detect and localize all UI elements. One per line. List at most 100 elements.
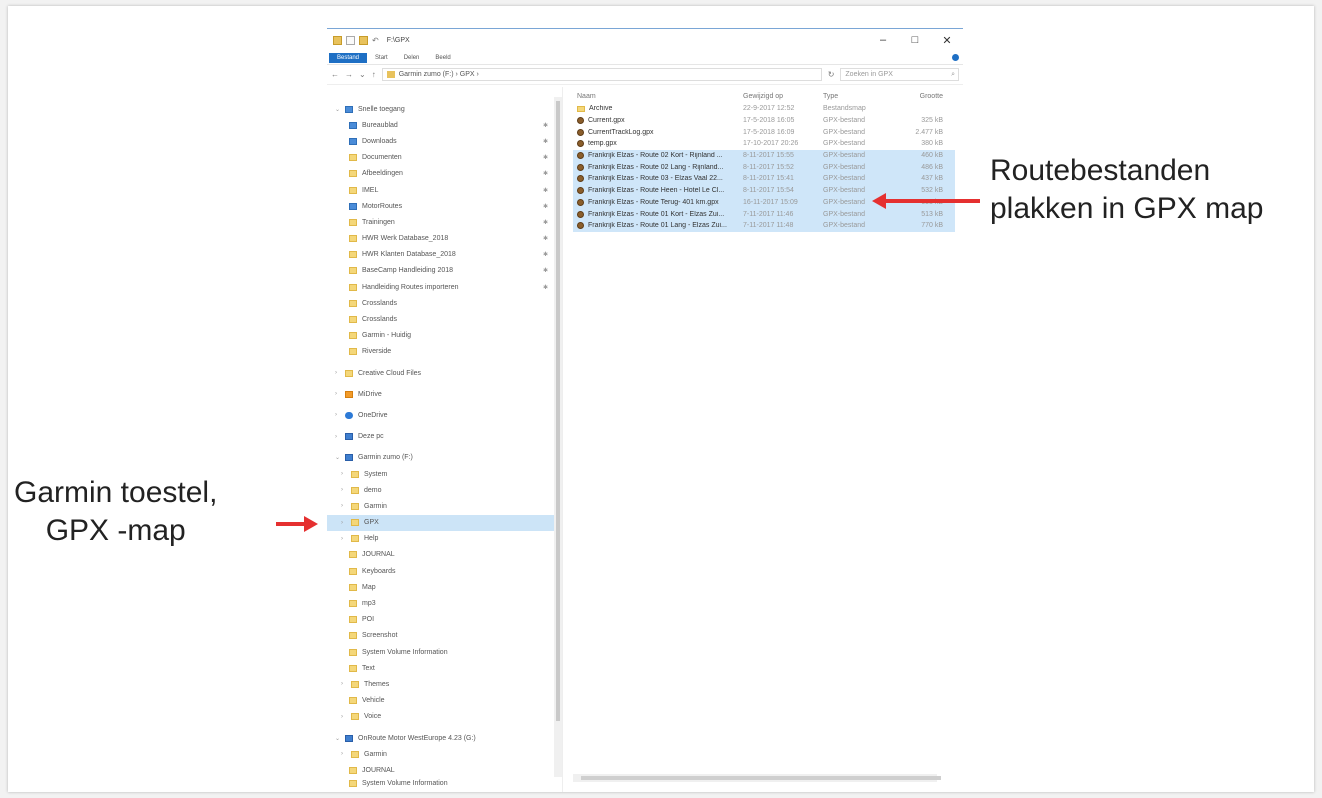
nav-item-help[interactable]: › Help (327, 531, 562, 547)
nav-item-hwr-klanten[interactable]: HWR Klanten Database_2018 ✱ (327, 247, 562, 263)
chevron-down-icon[interactable]: ⌄ (335, 454, 345, 461)
properties-icon[interactable] (346, 35, 355, 45)
nav-item-documenten[interactable]: Documenten ✱ (327, 150, 562, 166)
file-name: Frankrijk Elzas - Route 01 Lang - Elzas … (588, 222, 727, 230)
close-button[interactable]: ✕ (931, 34, 963, 47)
maximize-button[interactable]: □ (899, 34, 931, 47)
chevron-right-icon[interactable]: › (335, 391, 345, 397)
undo-icon[interactable]: ↶ (372, 36, 379, 45)
nav-item-bureaublad[interactable]: Bureaublad ✱ (327, 117, 562, 133)
chevron-right-icon[interactable]: › (335, 370, 345, 376)
chevron-right-icon[interactable]: › (341, 520, 351, 526)
nav-deze-pc[interactable]: › Deze pc (327, 429, 562, 445)
folder-icon (349, 299, 357, 307)
tab-start[interactable]: Start (367, 53, 396, 63)
nav-item-journal[interactable]: JOURNAL (327, 547, 562, 563)
file-row[interactable]: Current.gpx 17-5-2018 16:05 GPX-bestand 325… (573, 115, 955, 127)
tab-beeld[interactable]: Beeld (427, 53, 458, 63)
nav-item-crosslands[interactable]: Crosslands (327, 295, 562, 311)
nav-item-crosslands-2[interactable]: Crosslands (327, 311, 562, 327)
horizontal-scrollbar[interactable] (573, 774, 941, 782)
nav-label: Handleiding Routes importeren (362, 283, 459, 291)
file-row-selected[interactable]: Frankrijk Elzas - Route 02 Kort - Rijnla… (573, 149, 955, 162)
tab-delen[interactable]: Delen (396, 53, 428, 63)
chevron-right-icon[interactable]: › (341, 714, 351, 720)
file-row-selected[interactable]: Frankrijk Elzas - Route 02 Lang - Rijnla… (573, 161, 955, 174)
column-type[interactable]: Type (823, 93, 903, 100)
nav-label: JOURNAL (362, 766, 395, 774)
nav-item-handleiding[interactable]: Handleiding Routes importeren ✱ (327, 279, 562, 295)
nav-item-mp3[interactable]: mp3 (327, 595, 562, 611)
folder-icon (349, 697, 357, 705)
chevron-right-icon[interactable]: › (341, 536, 351, 542)
nav-midrive[interactable]: › MiDrive (327, 386, 562, 402)
midrive-icon (345, 390, 353, 398)
column-modified[interactable]: Gewijzigd op (743, 93, 823, 100)
nav-onroute-drive[interactable]: ⌄ OnRoute Motor WestEurope 4.23 (G:) (327, 730, 562, 746)
file-row[interactable]: Archive 22-9-2017 12:52 Bestandsmap (573, 103, 955, 115)
nav-item-basecamp[interactable]: BaseCamp Handleiding 2018 ✱ (327, 263, 562, 279)
chevron-right-icon[interactable]: › (341, 487, 351, 493)
nav-item-demo[interactable]: › demo (327, 482, 562, 498)
file-row-selected[interactable]: Frankrijk Elzas - Route 01 Kort - Elzas … (573, 208, 955, 220)
chevron-down-icon[interactable]: ⌄ (335, 735, 345, 742)
chevron-right-icon[interactable]: › (335, 412, 345, 418)
file-date: 16-11-2017 15:09 (743, 198, 798, 206)
file-row-selected[interactable]: Frankrijk Elzas - Route 03 - Elzas Vaal … (573, 173, 955, 185)
file-row[interactable]: temp.gpx 17-10-2017 20:26 GPX-bestand 380 k… (573, 138, 955, 150)
column-name[interactable]: Naam (573, 93, 743, 100)
column-size[interactable]: Grootte (903, 93, 943, 100)
nav-item-imel[interactable]: IMEL ✱ (327, 182, 562, 198)
nav-item-downloads[interactable]: Downloads ✱ (327, 133, 562, 149)
nav-item-map[interactable]: Map (327, 579, 562, 595)
nav-quick-access[interactable]: ⌄ Snelle toegang (327, 101, 562, 117)
chevron-right-icon[interactable]: › (341, 681, 351, 687)
nav-item-riverside[interactable]: Riverside (327, 344, 562, 360)
forward-icon[interactable]: → (345, 70, 353, 79)
pin-icon: ✱ (542, 187, 548, 194)
up-icon[interactable]: ↑ (372, 70, 376, 79)
nav-label: Vehicle (362, 697, 385, 705)
chevron-right-icon[interactable]: › (341, 751, 351, 757)
chevron-right-icon[interactable]: › (335, 434, 345, 440)
nav-item-themes[interactable]: › Themes (327, 676, 562, 692)
back-icon[interactable]: ← (331, 70, 339, 79)
nav-item-system-volume-g[interactable]: System Volume Information (327, 779, 562, 789)
breadcrumb[interactable]: Garmin zumo (F:) › GPX › (381, 68, 822, 81)
nav-item-motorroutes[interactable]: MotorRoutes ✱ (327, 198, 562, 214)
chevron-right-icon[interactable]: › (341, 503, 351, 509)
nav-item-garmin-huidig[interactable]: Garmin - Huidig (327, 328, 562, 344)
nav-item-text[interactable]: Text (327, 660, 562, 676)
file-row-selected[interactable]: Frankrijk Elzas - Route Heen - Hotel Le … (573, 184, 955, 197)
nav-item-vehicle[interactable]: Vehicle (327, 693, 562, 709)
nav-scrollbar[interactable] (554, 97, 562, 777)
chevron-right-icon[interactable]: › (341, 471, 351, 477)
minimize-button[interactable]: – (867, 34, 899, 47)
nav-item-keyboards[interactable]: Keyboards (327, 563, 562, 579)
nav-item-trainingen[interactable]: Trainingen ✱ (327, 214, 562, 230)
nav-item-system[interactable]: › System (327, 466, 562, 482)
nav-item-voice[interactable]: › Voice (327, 709, 562, 725)
nav-item-afbeeldingen[interactable]: Afbeeldingen ✱ (327, 166, 562, 182)
nav-item-garmin-g[interactable]: › Garmin (327, 746, 562, 762)
nav-item-system-volume[interactable]: System Volume Information (327, 644, 562, 660)
refresh-icon[interactable]: ↻ (828, 70, 835, 79)
nav-item-screenshot[interactable]: Screenshot (327, 628, 562, 644)
search-input[interactable]: Zoeken in GPX ⌕ (840, 68, 959, 81)
nav-creative-cloud[interactable]: › Creative Cloud Files (327, 365, 562, 381)
nav-item-garmin[interactable]: › Garmin (327, 498, 562, 514)
new-folder-icon[interactable] (359, 35, 368, 45)
tab-bestand[interactable]: Bestand (329, 52, 368, 63)
nav-item-journal-g[interactable]: JOURNAL (327, 762, 562, 778)
nav-label: Creative Cloud Files (358, 369, 422, 377)
nav-item-hwr-werk[interactable]: HWR Werk Database_2018 ✱ (327, 231, 562, 247)
file-row[interactable]: CurrentTrackLog.gpx 17-5-2018 16:09 GPX-be… (573, 126, 955, 138)
nav-onedrive[interactable]: › OneDrive (327, 407, 562, 423)
chevron-down-icon[interactable]: ⌄ (335, 106, 345, 113)
nav-item-poi[interactable]: POI (327, 612, 562, 628)
nav-item-gpx[interactable]: › GPX (327, 514, 562, 531)
help-icon[interactable] (952, 54, 959, 61)
recent-chevron-icon[interactable]: ⌄ (359, 70, 366, 79)
file-row-selected[interactable]: Frankrijk Elzas - Route 01 Lang - Elzas … (573, 219, 955, 232)
nav-garmin-drive[interactable]: ⌄ Garmin zumo (F:) (327, 450, 562, 466)
